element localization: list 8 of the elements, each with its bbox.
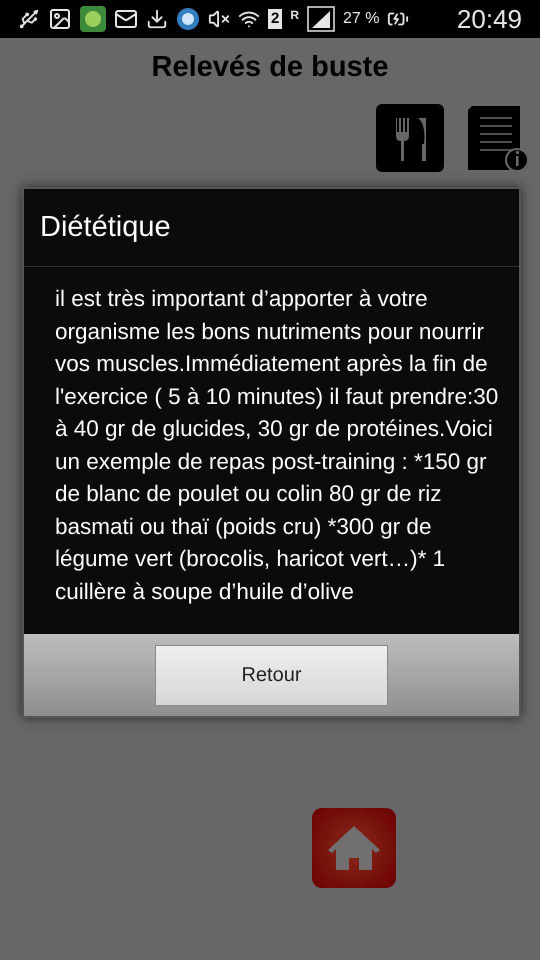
sim-slot-label: 2 <box>268 9 282 29</box>
back-button[interactable]: Retour <box>155 644 388 706</box>
page-title: Relevés de buste <box>152 50 388 85</box>
dialog-title: Diététique <box>40 210 171 245</box>
battery-percent: 27 % <box>343 9 380 29</box>
clock: 20:49 <box>456 2 522 36</box>
roaming-label: R <box>290 7 300 24</box>
dialog-message: il est très important d’apporter à votre organisme les bons nutriments pour nourrir vos muscles.Immédiatement après la fin de l'exercice ( 5 à 10 minutes) il faut prendre:30 à 40 gr de glucides, 30 gr de protéines.Voici un exemple de repas post-training : *150 gr de blanc de poulet ou colin 80 gr de riz basmati ou thaï (poids cru) *300 gr de légume vert (brocolis, haricot vert…)* 1 cuillère à soupe d’huile d’olive <box>54 285 500 606</box>
